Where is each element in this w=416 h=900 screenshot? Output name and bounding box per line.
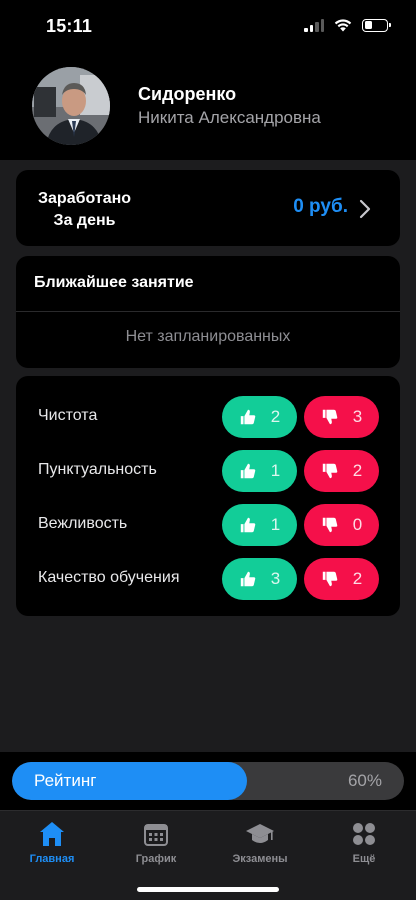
dislike-count: 3: [352, 407, 363, 426]
tab-bar: Главная График Экзамены Ещё: [0, 810, 416, 900]
rating-progress-bar[interactable]: Рейтинг 60%: [12, 762, 404, 800]
rating-progress-percent: 60%: [347, 771, 382, 790]
like-count: 1: [270, 515, 281, 534]
tab-schedule[interactable]: График: [104, 819, 208, 865]
like-pill[interactable]: 1: [222, 450, 297, 492]
tab-more[interactable]: Ещё: [312, 819, 416, 865]
like-count: 3: [270, 569, 281, 588]
rating-label: Пунктуальность: [38, 461, 157, 478]
thumbs-up-icon: [240, 463, 256, 479]
tab-label: График: [135, 853, 177, 865]
rating-row-teaching-quality: Качество обучения 3 2: [16, 558, 400, 600]
more-grid-icon: [353, 823, 375, 845]
thumbs-up-icon: [240, 517, 256, 533]
dislike-pill[interactable]: 0: [304, 504, 379, 546]
like-pill[interactable]: 2: [222, 396, 297, 438]
tab-label: Главная: [29, 853, 75, 865]
rating-label: Качество обучения: [38, 569, 180, 586]
earned-label-line1: Заработано: [38, 190, 132, 207]
wifi-icon: [334, 19, 352, 32]
home-indicator: [137, 887, 279, 892]
thumbs-up-icon: [240, 409, 256, 425]
earned-card[interactable]: Заработано За день 0 руб.: [16, 170, 400, 246]
profile-first-middle-name: Никита Александровна: [138, 108, 321, 127]
status-time: 15:11: [46, 16, 93, 36]
dislike-pill[interactable]: 2: [304, 558, 379, 600]
profile-last-name: Сидоренко: [138, 84, 237, 104]
next-lesson-card: Ближайшее занятие Нет запланированных: [16, 256, 400, 368]
avatar[interactable]: [32, 67, 110, 145]
earned-label-line2: За день: [53, 212, 116, 229]
chevron-right-icon: [359, 199, 371, 219]
tab-home[interactable]: Главная: [0, 819, 104, 865]
calendar-icon: [144, 824, 168, 846]
rating-row-cleanliness: Чистота 2 3: [16, 396, 400, 438]
rating-label: Вежливость: [38, 515, 128, 532]
graduation-cap-icon: [246, 824, 274, 843]
thumbs-up-icon: [240, 571, 256, 587]
like-count: 1: [270, 461, 281, 480]
next-lesson-title: Ближайшее занятие: [34, 274, 194, 291]
dislike-count: 2: [352, 461, 363, 480]
tab-exams[interactable]: Экзамены: [208, 819, 312, 865]
tab-label: Ещё: [352, 853, 376, 865]
like-pill[interactable]: 1: [222, 504, 297, 546]
status-icons: [304, 18, 391, 32]
like-pill[interactable]: 3: [222, 558, 297, 600]
profile-header: Сидоренко Никита Александровна: [0, 56, 416, 160]
dislike-pill[interactable]: 2: [304, 450, 379, 492]
like-count: 2: [270, 407, 281, 426]
earned-label: Заработано За день: [38, 188, 131, 232]
status-bar: 15:11: [0, 0, 416, 56]
main-content: Заработано За день 0 руб. Ближайшее заня…: [0, 160, 416, 752]
tab-label: Экзамены: [232, 853, 288, 865]
rating-progress-label: Рейтинг: [34, 771, 97, 790]
thumbs-down-icon: [322, 463, 338, 479]
thumbs-down-icon: [322, 571, 338, 587]
divider: [16, 311, 400, 312]
earned-value: 0 руб.: [293, 196, 348, 217]
rating-row-politeness: Вежливость 1 0: [16, 504, 400, 546]
next-lesson-empty-text: Нет запланированных: [125, 328, 291, 345]
ratings-card: Чистота 2 3 Пунктуальность 1 2 Вежливост…: [16, 376, 400, 616]
thumbs-down-icon: [322, 409, 338, 425]
rating-row-punctuality: Пунктуальность 1 2: [16, 450, 400, 492]
dislike-pill[interactable]: 3: [304, 396, 379, 438]
battery-icon: [362, 18, 391, 32]
thumbs-down-icon: [322, 517, 338, 533]
home-icon: [40, 822, 64, 846]
dislike-count: 0: [352, 515, 363, 534]
rating-label: Чистота: [38, 407, 98, 424]
dislike-count: 2: [352, 569, 363, 588]
cellular-signal-icon: [304, 18, 324, 32]
